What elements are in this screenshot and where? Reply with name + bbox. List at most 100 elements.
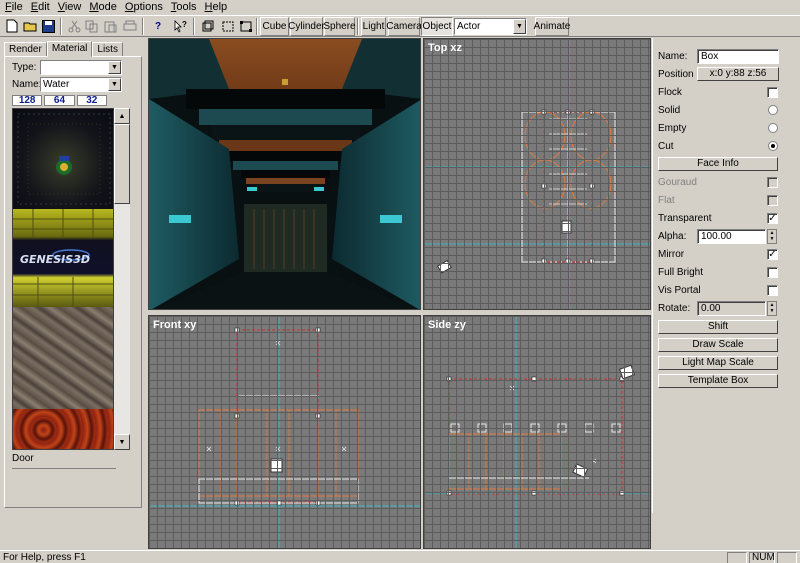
texture-thumb-marble[interactable]	[13, 307, 113, 409]
save-icon[interactable]	[40, 18, 56, 34]
camera-button[interactable]: Camera	[386, 17, 422, 36]
select-vertex-icon[interactable]	[238, 18, 254, 34]
menu-options[interactable]: Options	[122, 0, 168, 15]
template-box-button[interactable]: Template Box	[658, 374, 778, 388]
flat-checkbox[interactable]	[767, 195, 778, 206]
cut-icon[interactable]	[66, 18, 82, 34]
solid-radio[interactable]	[768, 105, 778, 115]
viewport-side-title: Side zy	[428, 319, 466, 331]
viewport-3d[interactable]	[148, 38, 421, 310]
transparent-label: Transparent	[658, 213, 712, 224]
scroll-down-icon[interactable]: ▼	[114, 434, 130, 450]
viewport-top[interactable]: Top xz	[423, 38, 651, 310]
light-map-scale-button[interactable]: Light Map Scale	[658, 356, 778, 370]
menu-help[interactable]: Help	[202, 0, 233, 15]
draw-scale-button[interactable]: Draw Scale	[658, 338, 778, 352]
status-help-text: For Help, press F1	[3, 552, 86, 563]
select-face-icon[interactable]	[220, 18, 236, 34]
gouraud-checkbox[interactable]	[767, 177, 778, 188]
rotate-label: Rotate:	[658, 303, 691, 314]
status-caps-indicator	[727, 552, 747, 563]
menu-edit[interactable]: Edit	[28, 0, 55, 15]
menu-view[interactable]: View	[55, 0, 87, 15]
scroll-up-icon[interactable]: ▲	[114, 108, 130, 124]
cut-label: Cut	[658, 141, 674, 152]
solid-label: Solid	[658, 105, 681, 116]
context-help-icon[interactable]: ?	[172, 18, 188, 34]
help-icon[interactable]: ?	[150, 18, 166, 34]
full-bright-checkbox[interactable]	[767, 267, 778, 278]
chevron-down-icon[interactable]: ▼	[108, 78, 121, 91]
cylinder-button[interactable]: Cylinder	[288, 17, 325, 36]
vis-portal-checkbox[interactable]	[767, 285, 778, 296]
rotate-field[interactable]: 0.00	[697, 301, 766, 316]
texture-thumb-genesis[interactable]: GENESIS3D	[13, 209, 113, 307]
empty-radio[interactable]	[768, 123, 778, 133]
menu-tools[interactable]: Tools	[168, 0, 202, 15]
sphere-button[interactable]: Sphere	[323, 17, 356, 36]
cube-button[interactable]: Cube	[260, 17, 289, 36]
viewport-top-title: Top xz	[428, 42, 463, 54]
tab-material[interactable]: Material	[46, 41, 93, 57]
texture-thumb-lava[interactable]	[13, 409, 113, 449]
shift-button[interactable]: Shift	[658, 320, 778, 334]
new-file-icon[interactable]	[4, 18, 20, 34]
menu-mode[interactable]: Mode	[86, 0, 122, 15]
paste-icon[interactable]	[102, 18, 118, 34]
viewport-front[interactable]: Front xy	[148, 315, 421, 549]
animate-button[interactable]: Animate	[534, 17, 570, 36]
empty-label: Empty	[658, 123, 687, 134]
svg-text:?: ?	[182, 20, 187, 29]
texture-list[interactable]: GENESIS3D	[12, 108, 114, 450]
brush-name-field[interactable]: Box	[697, 49, 779, 64]
texture-list-scrollbar[interactable]: ▲ ▼	[114, 108, 130, 450]
alpha-label: Alpha:	[658, 231, 687, 242]
menu-file[interactable]: File	[2, 0, 28, 15]
full-bright-label: Full Bright	[658, 267, 704, 278]
flock-checkbox[interactable]	[767, 87, 778, 98]
toolbar-separator	[193, 18, 195, 35]
type-select[interactable]: ▼	[40, 60, 122, 75]
size-64-button[interactable]: 64	[44, 95, 75, 106]
toolbar-separator	[60, 18, 62, 35]
grid	[149, 316, 420, 548]
scroll-thumb[interactable]	[114, 124, 130, 204]
select-brush-icon[interactable]	[200, 18, 216, 34]
mirror-checkbox[interactable]: ✓	[767, 249, 778, 260]
copy-icon[interactable]	[84, 18, 100, 34]
status-num-indicator: NUM	[749, 552, 775, 563]
entity-type-value: Actor	[457, 21, 481, 32]
genesis3d-logo: GENESIS3D	[20, 253, 90, 266]
toolbar-separator	[357, 18, 359, 35]
texture-panel: Render Material Lists Type: ▼ Name: Wate…	[0, 38, 146, 551]
texture-thumb-dark[interactable]	[13, 109, 113, 209]
open-folder-icon[interactable]	[22, 18, 38, 34]
toolbar: ? ? Cube Cylinder Sphere Light Camera Ob…	[0, 15, 800, 37]
viewport-side[interactable]: Side zy	[423, 315, 651, 549]
chevron-down-icon[interactable]: ▼	[108, 61, 121, 74]
object-button[interactable]: Object	[421, 17, 453, 36]
alpha-spinner[interactable]: ▲ ▼	[767, 229, 777, 244]
panel-tabs: Render Material Lists	[4, 41, 123, 57]
type-label: Type:	[12, 62, 37, 73]
size-32-button[interactable]: 32	[76, 95, 107, 106]
rotate-spinner[interactable]: ▲ ▼	[767, 301, 777, 316]
position-button[interactable]: x:0 y:88 z:56	[697, 67, 779, 81]
light-button[interactable]: Light	[361, 17, 386, 36]
tab-lists[interactable]: Lists	[92, 42, 123, 57]
transparent-checkbox[interactable]: ✓	[767, 213, 778, 224]
size-128-button[interactable]: 128	[12, 95, 43, 106]
print-icon[interactable]	[122, 18, 138, 34]
brush-properties-panel: Name: Box Position x:0 y:88 z:56 Flock S…	[652, 38, 800, 513]
tab-render[interactable]: Render	[4, 42, 47, 57]
face-info-button[interactable]: Face Info	[658, 157, 778, 171]
chevron-down-icon[interactable]: ▼	[513, 19, 526, 34]
cut-radio[interactable]	[768, 141, 778, 151]
entity-type-select[interactable]: Actor ▼	[454, 18, 527, 35]
status-scroll-indicator	[777, 552, 797, 563]
texture-size-selector: 128 64 32	[12, 95, 107, 106]
texture-name-select[interactable]: Water ▼	[40, 77, 122, 92]
alpha-field[interactable]: 100.00	[697, 229, 766, 244]
texture-name-value: Water	[43, 79, 70, 90]
toolbar-separator	[256, 18, 258, 35]
